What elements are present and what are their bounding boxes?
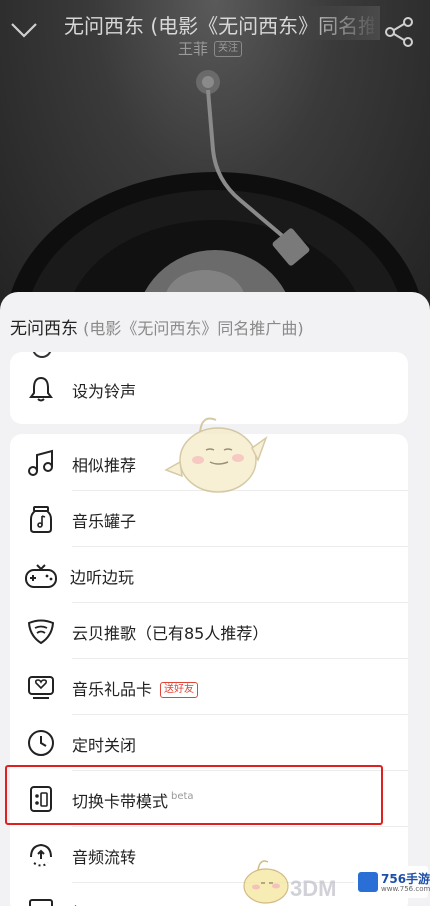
sheet-header: 无问西东 (电影《无问西东》同名推广曲) [10, 314, 304, 339]
partial-item-icon [32, 352, 52, 358]
watermark-site-logo: 756手游网 www.756.com [354, 866, 430, 898]
menu-item-gift-card[interactable]: 音乐礼品卡 送好友 [10, 658, 408, 715]
menu-item-label: 定时关闭 [72, 736, 137, 755]
yunbei-icon [27, 619, 55, 645]
site-url: www.756.com [381, 885, 430, 893]
cast-icon [29, 899, 53, 906]
watermark-3dm: 3DM [290, 876, 337, 901]
menu-item-label: 投屏 [72, 900, 104, 906]
artist-row: 王菲 关注 [178, 38, 243, 59]
menu-item-ringtone[interactable]: 设为铃声 [10, 360, 408, 417]
gamepad-icon [25, 564, 57, 588]
chevron-down-icon[interactable] [10, 18, 38, 40]
mascot-watermark-icon [164, 417, 268, 493]
send-friend-badge: 送好友 [160, 682, 199, 698]
options-card-main: 相似推荐 音乐罐子 边听边玩 云贝推歌（已有85人推荐） 音乐礼品卡 送好友 定… [10, 434, 408, 906]
artist-name[interactable]: 王菲 [178, 38, 208, 59]
menu-item-label: 边听边玩 [70, 568, 135, 587]
gift-card-icon [28, 676, 54, 699]
music-jar-icon [30, 506, 52, 533]
sheet-song-name: 无问西东 [10, 319, 78, 339]
mascot-small-watermark-icon [243, 860, 289, 904]
menu-item-label: 设为铃声 [72, 382, 137, 401]
menu-item-yunbei[interactable]: 云贝推歌（已有85人推荐） [10, 602, 408, 659]
menu-item-play-games[interactable]: 边听边玩 [10, 546, 408, 603]
audio-transfer-icon [30, 843, 52, 867]
menu-item-label: 云贝推歌（已有85人推荐） [72, 624, 269, 643]
menu-item-audio-transfer[interactable]: 音频流转 [10, 826, 408, 883]
sheet-song-subtitle: (电影《无问西东》同名推广曲) [78, 319, 304, 338]
menu-item-label: 相似推荐 [72, 456, 137, 475]
music-notes-icon [28, 449, 53, 476]
menu-item-text: 音乐礼品卡 [72, 680, 153, 699]
bell-icon [29, 376, 53, 402]
follow-button[interactable]: 关注 [214, 40, 243, 57]
menu-item-sleep-timer[interactable]: 定时关闭 [10, 714, 408, 771]
share-icon[interactable] [384, 16, 414, 48]
site-logo-icon [358, 872, 378, 892]
clock-icon [28, 730, 54, 756]
menu-item-cast[interactable]: 投屏 [10, 882, 408, 906]
highlight-box [5, 765, 383, 825]
menu-item-label: 音乐礼品卡 送好友 [72, 676, 199, 700]
player-top-bar: 无问西东 (电影《无问西东》同名推广曲) 王菲 关注 [0, 0, 430, 70]
menu-item-label: 音乐罐子 [72, 512, 137, 531]
title-fade [300, 6, 380, 40]
menu-item-label: 音频流转 [72, 848, 137, 867]
